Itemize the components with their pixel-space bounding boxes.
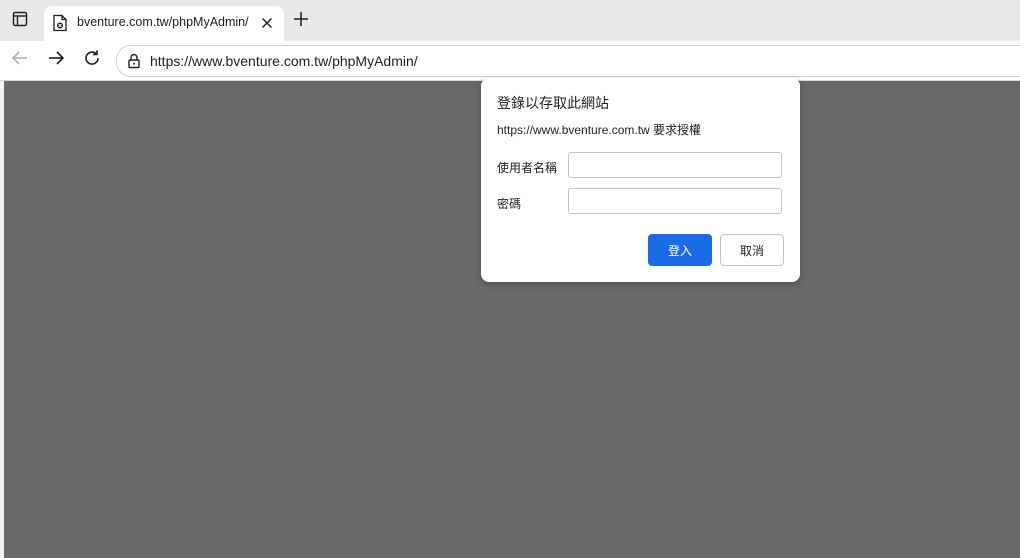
reload-icon (83, 49, 101, 71)
username-field[interactable] (568, 152, 782, 178)
back-button[interactable] (8, 48, 32, 72)
address-bar[interactable]: https://www.bventure.com.tw/phpMyAdmin/ (116, 45, 1020, 77)
dialog-title: 登錄以存取此網站 (497, 96, 609, 112)
plus-icon (293, 11, 309, 31)
tab-strip: bventure.com.tw/phpMyAdmin/ (0, 0, 1020, 41)
tab-actions-icon (12, 11, 28, 31)
lock-icon[interactable] (127, 53, 141, 69)
dialog-description: https://www.bventure.com.tw 要求授權 (497, 123, 702, 137)
reload-button[interactable] (80, 48, 104, 72)
tab-active[interactable]: bventure.com.tw/phpMyAdmin/ (44, 6, 284, 41)
close-icon[interactable] (258, 14, 276, 32)
page-error-icon (52, 14, 68, 32)
tab-actions-button[interactable] (8, 9, 32, 33)
tab-title: bventure.com.tw/phpMyAdmin/ (77, 15, 249, 29)
arrow-left-icon (11, 49, 29, 71)
cancel-button[interactable]: 取消 (720, 234, 784, 266)
password-field[interactable] (568, 188, 782, 214)
signin-button[interactable]: 登入 (648, 234, 712, 266)
auth-dialog: 登錄以存取此網站 https://www.bventure.com.tw 要求授… (481, 78, 800, 282)
toolbar: https://www.bventure.com.tw/phpMyAdmin/ (0, 41, 1020, 81)
username-label: 使用者名稱 (497, 161, 558, 175)
url-text: https://www.bventure.com.tw/phpMyAdmin/ (150, 53, 418, 69)
new-tab-button[interactable] (290, 10, 312, 32)
arrow-right-icon (47, 49, 65, 71)
forward-button[interactable] (44, 48, 68, 72)
browser-window: bventure.com.tw/phpMyAdmin/ https://www.… (0, 0, 1020, 558)
password-label: 密碼 (497, 197, 522, 211)
